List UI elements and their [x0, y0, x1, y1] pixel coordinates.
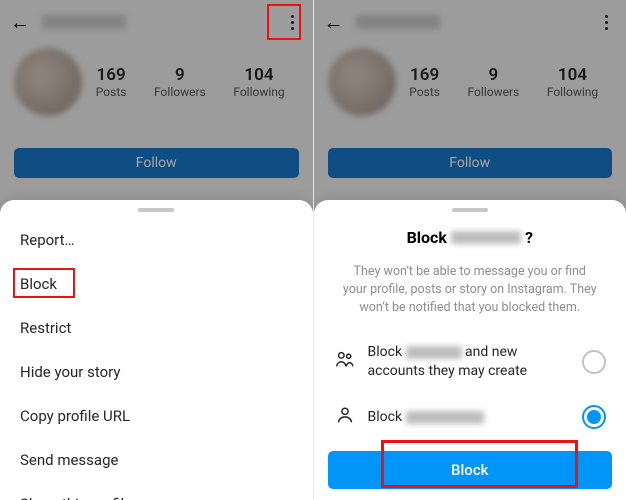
options-sheet: Report… Block Restrict Hide your story C… [0, 200, 313, 500]
block-dialog-sheet: Block ? They won’t be able to message yo… [314, 200, 626, 500]
stat-posts[interactable]: 169 Posts [96, 65, 127, 99]
username-blurred [406, 346, 462, 359]
screen-left: ← 169 Posts 9 Followers 104 Following [0, 0, 313, 500]
radio-selected[interactable] [582, 405, 606, 429]
follow-button[interactable]: Follow [14, 148, 299, 178]
stat-followers[interactable]: 9 Followers [154, 65, 206, 99]
radio-unselected[interactable] [582, 350, 606, 374]
person-icon [334, 404, 356, 431]
block-confirm-button[interactable]: Block [328, 451, 613, 489]
top-bar: ← [314, 0, 626, 40]
sheet-grabber[interactable] [452, 208, 488, 212]
stat-following[interactable]: 104 Following [547, 65, 598, 99]
stat-posts[interactable]: 169 Posts [409, 65, 440, 99]
menu-report[interactable]: Report… [0, 218, 313, 262]
back-arrow-icon[interactable]: ← [324, 12, 344, 32]
username-blurred [406, 411, 484, 424]
avatar [14, 48, 82, 116]
menu-hide-story[interactable]: Hide your story [0, 350, 313, 394]
stats: 169 Posts 9 Followers 104 Following [396, 65, 613, 99]
more-options-icon[interactable] [283, 8, 303, 36]
more-options-icon[interactable] [596, 8, 616, 36]
menu-copy-url[interactable]: Copy profile URL [0, 394, 313, 438]
profile-stats-row: 169 Posts 9 Followers 104 Following [0, 40, 313, 120]
block-dialog-heading: Block ? [314, 218, 626, 251]
block-dialog-description: They won’t be able to message you or fin… [314, 251, 626, 331]
block-option-new-accounts[interactable]: Block and new accounts they may create [314, 331, 626, 391]
profile-stats-row: 169 Posts 9 Followers 104 Following [314, 40, 626, 120]
follow-button[interactable]: Follow [328, 148, 613, 178]
back-arrow-icon[interactable]: ← [10, 12, 30, 32]
menu-block[interactable]: Block [0, 262, 313, 306]
stat-followers[interactable]: 9 Followers [468, 65, 520, 99]
menu-send-message[interactable]: Send message [0, 438, 313, 482]
username-blurred [356, 15, 440, 29]
menu-share-profile[interactable]: Share this profile [0, 482, 313, 500]
sheet-grabber[interactable] [138, 208, 174, 212]
stat-following[interactable]: 104 Following [233, 65, 284, 99]
block-option-single[interactable]: Block [314, 392, 626, 443]
screen-right: ← 169 Posts 9 Followers 104 Following [313, 0, 626, 500]
people-icon [334, 348, 356, 375]
avatar [328, 48, 396, 116]
username-blurred [42, 15, 126, 29]
username-blurred [451, 231, 521, 244]
stats: 169 Posts 9 Followers 104 Following [82, 65, 299, 99]
menu-restrict[interactable]: Restrict [0, 306, 313, 350]
top-bar: ← [0, 0, 313, 40]
